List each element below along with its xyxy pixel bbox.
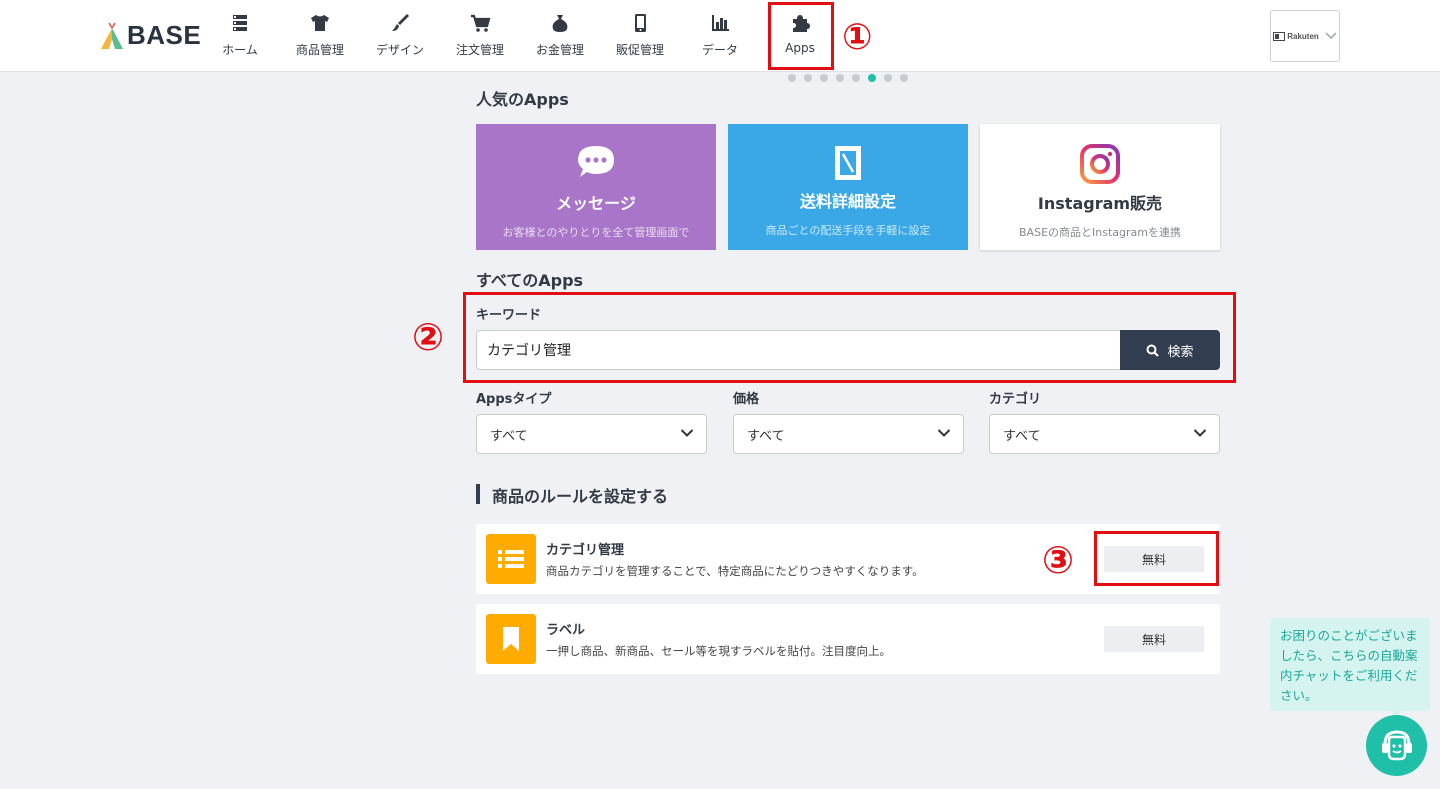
postage-stamp-icon — [835, 146, 861, 180]
nav-data-label: データ — [701, 43, 738, 57]
filter-price-value: すべて — [747, 428, 785, 444]
instagram-icon — [1080, 144, 1120, 184]
carousel-dot[interactable] — [788, 74, 796, 82]
feature-card-message[interactable]: メッセージ お客様とのやりとりを全て管理画面で — [476, 124, 716, 250]
search-icon — [1146, 344, 1160, 357]
keyword-label: キーワード — [476, 308, 542, 323]
bookmark-icon — [486, 614, 536, 664]
teepee-logo-icon — [101, 22, 123, 49]
carousel-dot[interactable] — [884, 74, 892, 82]
filter-type-value: すべて — [490, 428, 528, 444]
results-section-title: 商品のルールを設定する — [492, 487, 669, 506]
nav-promotion[interactable]: 販促管理 — [613, 12, 667, 62]
money-bag-icon — [552, 15, 568, 32]
filter-type-label: Appsタイプ — [476, 392, 552, 407]
chevron-down-icon — [680, 429, 694, 437]
store-icon — [1273, 31, 1286, 41]
bar-chart-icon — [712, 15, 729, 31]
carousel-dot[interactable] — [804, 74, 812, 82]
chat-open-button[interactable] — [1366, 715, 1427, 776]
home-list-icon — [233, 15, 247, 31]
top-header: BASE ホーム 商品管理 デザイン 注文管理 お金管理 販促管理 データ Ap… — [0, 0, 1440, 72]
nav-money[interactable]: お金管理 — [533, 12, 587, 62]
store-switcher-label: Rakuten — [1287, 31, 1319, 41]
filter-price-label: 価格 — [733, 392, 760, 407]
search-button-label: 検索 — [1167, 344, 1194, 360]
carousel-dots — [788, 74, 908, 82]
nav-orders[interactable]: 注文管理 — [453, 12, 507, 62]
carousel-dot[interactable] — [900, 74, 908, 82]
carousel-dot[interactable] — [820, 74, 828, 82]
app-description: 商品カテゴリを管理することで、特定商品にたどりつきやすくなります。 — [546, 564, 924, 578]
popular-apps-title: 人気のApps — [476, 90, 569, 109]
chevron-down-icon — [937, 429, 951, 437]
app-description: 一押し商品、新商品、セール等を現すラベルを貼付。注目度向上。 — [546, 644, 891, 658]
annotation-two: ② — [412, 315, 445, 359]
filter-category-select[interactable]: すべて — [989, 414, 1220, 454]
chevron-down-icon — [1193, 429, 1207, 437]
chevron-down-icon — [1325, 32, 1337, 40]
nav-design[interactable]: デザイン — [373, 12, 427, 62]
feature-card-title: 送料詳細設定 — [799, 192, 896, 211]
store-switcher[interactable]: Rakuten — [1270, 10, 1340, 62]
chat-help-bubble[interactable]: お困りのことがございましたら、こちらの自動案内チャットをご利用ください。 — [1270, 618, 1430, 711]
nav-promotion-label: 販促管理 — [615, 43, 664, 57]
smartphone-icon — [635, 14, 646, 32]
feature-card-title: メッセージ — [556, 194, 636, 213]
annotation-three: ③ — [1042, 538, 1075, 582]
nav-orders-label: 注文管理 — [455, 43, 504, 57]
nav-design-label: デザイン — [375, 43, 424, 57]
filter-price-select[interactable]: すべて — [733, 414, 964, 454]
price-badge: 無料 — [1104, 626, 1204, 652]
app-name: カテゴリ管理 — [546, 543, 625, 558]
nav-products-label: 商品管理 — [295, 43, 344, 57]
carousel-dot[interactable] — [836, 74, 844, 82]
feature-card-title: Instagram販売 — [1037, 194, 1163, 213]
nav-money-label: お金管理 — [535, 43, 584, 57]
keyword-search-input[interactable] — [476, 330, 1121, 370]
all-apps-title: すべてのApps — [476, 271, 584, 290]
paintbrush-icon — [392, 14, 409, 31]
cart-icon — [471, 14, 491, 32]
chat-bot-icon — [1381, 729, 1412, 760]
annotation-one: ① — [842, 17, 873, 58]
feature-card-shipping[interactable]: 送料詳細設定 商品ごとの配送手段を手軽に設定 — [728, 124, 968, 250]
feature-card-desc: BASEの商品とInstagramを連携 — [1019, 226, 1181, 239]
logo-text: BASE — [127, 20, 202, 50]
nav-data[interactable]: データ — [698, 12, 742, 62]
category-list-icon — [486, 534, 536, 584]
app-name: ラベル — [546, 623, 586, 638]
feature-card-desc: お客様とのやりとりを全て管理画面で — [502, 226, 690, 239]
filter-type-select[interactable]: すべて — [476, 414, 707, 454]
carousel-dot[interactable] — [868, 74, 876, 82]
nav-products[interactable]: 商品管理 — [293, 12, 347, 62]
base-logo[interactable]: BASE — [100, 20, 201, 51]
app-row-label[interactable]: ラベル 一押し商品、新商品、セール等を現すラベルを貼付。注目度向上。 無料 — [476, 604, 1220, 674]
feature-card-desc: 商品ごとの配送手段を手軽に設定 — [765, 224, 931, 237]
nav-home-label: ホーム — [222, 43, 258, 57]
feature-card-instagram[interactable]: Instagram販売 BASEの商品とInstagramを連携 — [980, 124, 1220, 250]
filter-category-value: すべて — [1003, 428, 1041, 444]
annotation-highlight-apps — [768, 2, 834, 70]
tshirt-icon — [311, 15, 329, 31]
nav-home[interactable]: ホーム — [218, 12, 262, 62]
annotation-highlight-price — [1094, 531, 1219, 586]
speech-bubble-icon — [578, 146, 614, 177]
filter-category-label: カテゴリ — [989, 392, 1042, 407]
search-button[interactable]: 検索 — [1120, 330, 1220, 370]
carousel-dot[interactable] — [852, 74, 860, 82]
section-accent-bar — [476, 484, 480, 504]
